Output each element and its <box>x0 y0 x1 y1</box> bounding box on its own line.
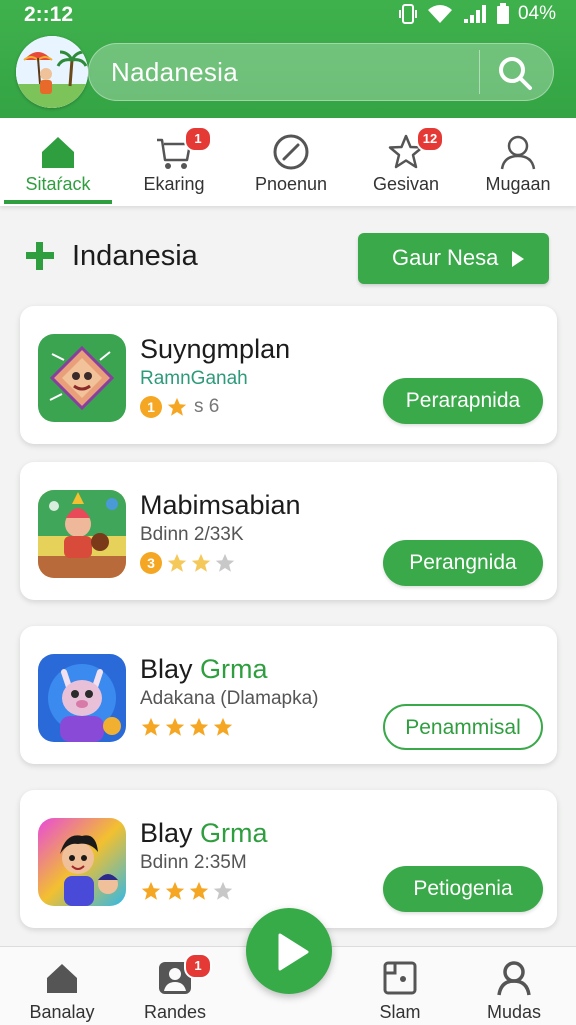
app-subtitle: Adakana (Dlamapka) <box>140 688 319 709</box>
app-thumbnail <box>38 490 126 578</box>
home-icon <box>43 959 81 997</box>
nav-label: Mudas <box>486 1002 542 1022</box>
app-card[interactable]: Mabimsabian Bdinn 2/33K 3 Perangnida <box>20 462 557 600</box>
status-bar: 2::12 04% <box>0 0 576 30</box>
screen-icon <box>381 959 419 997</box>
app-rating: 1 ѕ 6 <box>140 394 219 420</box>
app-header: 2::12 04% Nadanesia <box>0 0 576 118</box>
star-icon <box>165 881 185 900</box>
nav-item-home[interactable]: Banalay <box>10 947 114 1025</box>
vibrate-icon <box>398 3 418 25</box>
app-thumbnail <box>38 654 126 742</box>
nav-item-profile[interactable]: Mudas <box>462 947 566 1025</box>
tab-label: Mugaan <box>485 174 551 194</box>
app-action-button[interactable]: Perarapnida <box>383 378 543 424</box>
app-title-text: Blay <box>140 654 201 684</box>
app-title-text: Mabimsabian <box>140 490 301 520</box>
tab-home[interactable]: Sitaŕack <box>4 118 112 206</box>
app-title-accent: Grma <box>200 818 268 848</box>
play-arrow-icon <box>510 249 526 269</box>
nav-label: Banalay <box>29 1002 95 1022</box>
app-card[interactable]: Blay Grma Adakana (Dlamapka) Penammisal <box>20 626 557 764</box>
app-subtitle: RamnGanah <box>140 368 248 389</box>
profile-icon <box>495 959 533 997</box>
tab-label: Ekaring <box>143 174 205 194</box>
tab-profile[interactable]: Mugaan <box>462 118 574 206</box>
tab-favorites[interactable]: 12 Gesivan <box>350 118 462 206</box>
search-input[interactable]: Nadanesia <box>111 57 238 88</box>
star-icon <box>213 881 233 900</box>
active-tab-indicator <box>4 200 112 204</box>
star-icon <box>189 881 209 900</box>
app-title-text: Blay <box>140 818 201 848</box>
status-time: 2::12 <box>24 3 74 26</box>
app-title: Blay Grma <box>140 654 268 685</box>
top-tab-bar: Sitaŕack 1 Ekaring Pnoenun 12 Gesivan Mu… <box>0 118 576 206</box>
star-icon <box>189 717 209 736</box>
rank-badge: 1 <box>140 396 162 418</box>
star-icon <box>167 397 187 416</box>
star-icon <box>165 717 185 736</box>
app-action-button[interactable]: Perangnida <box>383 540 543 586</box>
app-title: Mabimsabian <box>140 490 301 521</box>
home-icon <box>38 132 78 172</box>
block-icon <box>271 132 311 172</box>
star-icon <box>191 553 211 572</box>
app-title: Suyngmplan <box>140 334 290 365</box>
section-action-button[interactable]: Gaur Nesa <box>358 233 549 284</box>
app-title-text: Suyngmplan <box>140 334 291 364</box>
tab-label: Sitaŕack <box>25 174 91 194</box>
tab-label: Gesivan <box>372 174 440 194</box>
app-rating: 3 <box>140 550 236 576</box>
rank-badge: 3 <box>140 552 162 574</box>
nav-label: Slam <box>379 1002 421 1022</box>
app-title-accent: Grma <box>200 654 268 684</box>
section-title: Indanesia <box>72 240 198 272</box>
app-subtitle: Bdinn 2:35M <box>140 852 247 873</box>
user-avatar[interactable] <box>16 36 88 108</box>
tab-badge: 1 <box>184 126 212 152</box>
tab-label: Pnoenun <box>254 174 328 194</box>
battery-percent: 04% <box>517 3 556 24</box>
star-icon <box>215 553 235 572</box>
tab-cart[interactable]: 1 Ekaring <box>118 118 230 206</box>
battery-icon <box>496 3 510 25</box>
star-icon <box>213 717 233 736</box>
search-icon[interactable] <box>495 53 535 93</box>
play-button[interactable] <box>246 908 332 994</box>
app-subtitle: Bdinn 2/33K <box>140 524 244 545</box>
app-rating <box>140 714 234 740</box>
app-action-button[interactable]: Petiogenia <box>383 866 543 912</box>
app-title: Blay Grma <box>140 818 268 849</box>
app-thumbnail <box>38 818 126 906</box>
tab-block[interactable]: Pnoenun <box>232 118 350 206</box>
nav-item-contacts[interactable]: 1 Randes <box>122 947 228 1025</box>
plus-icon[interactable] <box>24 240 56 272</box>
nav-badge: 1 <box>184 953 212 979</box>
star-icon <box>167 553 187 572</box>
nav-label: Randes <box>143 1002 207 1022</box>
profile-icon <box>498 132 538 172</box>
wifi-icon <box>426 3 454 25</box>
search-bar[interactable]: Nadanesia <box>88 43 554 101</box>
star-icon <box>141 717 161 736</box>
app-action-button[interactable]: Penammisal <box>383 704 543 750</box>
app-card[interactable]: Suyngmplan RamnGanah 1 ѕ 6 Perarapnida <box>20 306 557 444</box>
status-icons: 04% <box>398 3 556 25</box>
tab-badge: 12 <box>416 126 444 152</box>
signal-icon <box>462 3 488 25</box>
app-thumbnail <box>38 334 126 422</box>
search-divider <box>479 50 480 94</box>
star-icon <box>141 881 161 900</box>
nav-item-screen[interactable]: Slam <box>350 947 450 1025</box>
play-icon <box>278 933 309 971</box>
app-rating <box>140 878 234 904</box>
section-button-label: Gaur Nesa <box>392 245 499 270</box>
rating-extra: ѕ 6 <box>194 396 220 417</box>
